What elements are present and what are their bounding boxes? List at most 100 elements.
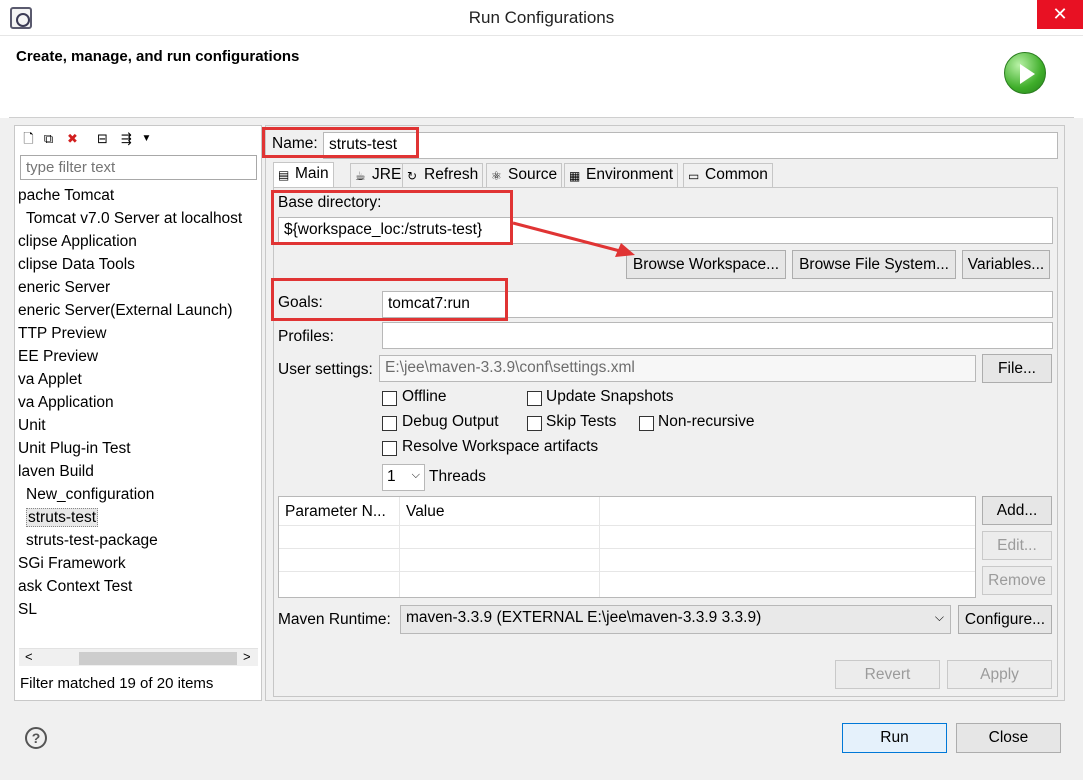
- tree-item[interactable]: SL: [18, 599, 37, 621]
- edit-parameter-button[interactable]: Edit...: [982, 531, 1052, 560]
- column-divider: [599, 497, 600, 597]
- tab-environment[interactable]: ▦ Environment: [564, 163, 679, 187]
- tree-item[interactable]: clipse Application: [18, 231, 137, 253]
- tree-item-label: eneric Server(External Launch): [18, 302, 233, 319]
- tree-item[interactable]: laven Build: [18, 461, 94, 483]
- parameter-value-column-header[interactable]: Value: [400, 499, 600, 525]
- tree-item[interactable]: struts-test: [26, 507, 99, 529]
- update-snapshots-checkbox[interactable]: [527, 391, 542, 406]
- configure-runtime-button[interactable]: Configure...: [958, 605, 1052, 634]
- tree-item[interactable]: SGi Framework: [18, 553, 126, 575]
- tab-jre[interactable]: ☕ JRE: [350, 163, 407, 187]
- filter-configs-icon[interactable]: ⇶: [119, 131, 134, 146]
- tab-main[interactable]: ▤ Main: [273, 162, 334, 187]
- duplicate-config-icon[interactable]: ⧉: [41, 131, 56, 146]
- scroll-right-arrow-icon[interactable]: >: [243, 649, 251, 664]
- offline-label: Offline: [402, 388, 447, 405]
- name-field[interactable]: struts-test: [323, 132, 1058, 159]
- add-parameter-button[interactable]: Add...: [982, 496, 1052, 525]
- tree-item-label: Unit Plug-in Test: [18, 440, 131, 457]
- parameter-name-column-header[interactable]: Parameter N...: [279, 499, 399, 525]
- environment-tab-icon: ▦: [569, 169, 581, 183]
- tree-item[interactable]: New_configuration: [26, 484, 154, 506]
- browse-workspace-button[interactable]: Browse Workspace...: [626, 250, 786, 279]
- help-icon[interactable]: ?: [25, 727, 47, 749]
- tree-item-label: New_configuration: [26, 486, 155, 503]
- debug-output-checkbox[interactable]: [382, 416, 397, 431]
- tree-item[interactable]: EE Preview: [18, 346, 98, 368]
- tree-item-label: TTP Preview: [18, 325, 107, 342]
- tree-item-label: Tomcat v7.0 Server at localhost: [26, 210, 243, 227]
- close-button[interactable]: Close: [956, 723, 1061, 753]
- tab-refresh[interactable]: ↻ Refresh: [402, 163, 484, 187]
- tree-item-label: SGi Framework: [18, 555, 126, 572]
- tree-item[interactable]: Unit Plug-in Test: [18, 438, 131, 460]
- goals-highlight-box: [271, 278, 508, 321]
- dialog-header: Create, manage, and run configurations: [9, 36, 1074, 118]
- tab-source[interactable]: ⚛ Source: [486, 163, 563, 187]
- collapse-all-icon[interactable]: ⊟: [95, 131, 110, 146]
- tree-item[interactable]: va Applet: [18, 369, 82, 391]
- tree-item[interactable]: pache Tomcat: [18, 185, 114, 207]
- tree-item[interactable]: TTP Preview: [18, 323, 106, 345]
- column-divider: [399, 497, 400, 597]
- user-settings-field[interactable]: E:\jee\maven-3.3.9\conf\settings.xml: [379, 355, 976, 382]
- threads-label: Threads: [429, 468, 486, 485]
- offline-checkbox[interactable]: [382, 391, 397, 406]
- tree-item[interactable]: ask Context Test: [18, 576, 132, 598]
- revert-button[interactable]: Revert: [835, 660, 940, 689]
- view-menu-dropdown-icon[interactable]: ▼: [139, 131, 154, 146]
- variables-button[interactable]: Variables...: [962, 250, 1050, 279]
- user-settings-file-button[interactable]: File...: [982, 354, 1052, 383]
- tree-item[interactable]: Unit: [18, 415, 46, 437]
- run-button[interactable]: Run: [842, 723, 947, 753]
- tree-item-label: EE Preview: [18, 348, 99, 365]
- tree-item[interactable]: struts-test-package: [26, 530, 158, 552]
- tree-item[interactable]: eneric Server(External Launch): [18, 300, 233, 322]
- tree-item[interactable]: Tomcat v7.0 Server at localhost: [26, 208, 242, 230]
- resolve-workspace-label: Resolve Workspace artifacts: [402, 438, 599, 455]
- tab-label: Main: [295, 165, 329, 182]
- skip-tests-checkbox[interactable]: [527, 416, 542, 431]
- update-snapshots-label: Update Snapshots: [546, 388, 674, 405]
- jre-tab-icon: ☕: [355, 169, 366, 183]
- filter-status-text: Filter matched 19 of 20 items: [20, 675, 214, 692]
- parameters-table[interactable]: Parameter N... Value: [278, 496, 976, 598]
- tree-item[interactable]: va Application: [18, 392, 114, 414]
- apply-button[interactable]: Apply: [947, 660, 1052, 689]
- skip-tests-label: Skip Tests: [546, 413, 617, 430]
- profiles-field[interactable]: [382, 322, 1053, 349]
- delete-config-icon[interactable]: ✖: [65, 131, 80, 146]
- tree-item-label: va Applet: [18, 371, 82, 388]
- new-config-icon[interactable]: 🗋: [21, 131, 36, 146]
- maven-runtime-select[interactable]: maven-3.3.9 (EXTERNAL E:\jee\maven-3.3.9…: [400, 605, 951, 634]
- configuration-tree-panel: 🗋 ⧉ ✖ ⊟ ⇶ ▼ pache Tomcat Tomcat v7.0 Serv…: [14, 125, 262, 701]
- non-recursive-checkbox[interactable]: [639, 416, 654, 431]
- browse-file-system-button[interactable]: Browse File System...: [792, 250, 956, 279]
- tree-item-label: struts-test-package: [26, 532, 158, 549]
- chevron-down-icon: ⌵: [411, 469, 420, 481]
- filter-input[interactable]: [20, 155, 257, 180]
- threads-select[interactable]: 1 ⌵: [382, 464, 425, 491]
- tree-item[interactable]: eneric Server: [18, 277, 110, 299]
- resolve-workspace-checkbox[interactable]: [382, 441, 397, 456]
- source-tab-icon: ⚛: [491, 169, 502, 183]
- common-tab-icon: ▭: [688, 169, 700, 183]
- scroll-left-arrow-icon[interactable]: <: [25, 649, 33, 664]
- window-close-button[interactable]: ✕: [1037, 0, 1083, 29]
- tree-item-label: Unit: [18, 417, 46, 434]
- tree-item-label: SL: [18, 601, 37, 618]
- tree-item-label: laven Build: [18, 463, 94, 480]
- tab-label: Source: [508, 166, 558, 183]
- tab-common[interactable]: ▭ Common: [683, 163, 773, 187]
- scrollbar-thumb[interactable]: [79, 652, 237, 665]
- debug-output-label: Debug Output: [402, 413, 499, 430]
- remove-parameter-button[interactable]: Remove: [982, 566, 1052, 595]
- tree-item[interactable]: clipse Data Tools: [18, 254, 135, 276]
- tree-item-label: struts-test: [26, 508, 99, 527]
- tree-horizontal-scrollbar[interactable]: < >: [19, 648, 258, 666]
- dialog-header-title: Create, manage, and run configurations: [16, 48, 300, 65]
- row-divider: [279, 525, 975, 526]
- main-tab-content: Base directory: ${workspace_loc:/struts-…: [273, 187, 1058, 697]
- annotation-arrow-icon: [512, 221, 635, 257]
